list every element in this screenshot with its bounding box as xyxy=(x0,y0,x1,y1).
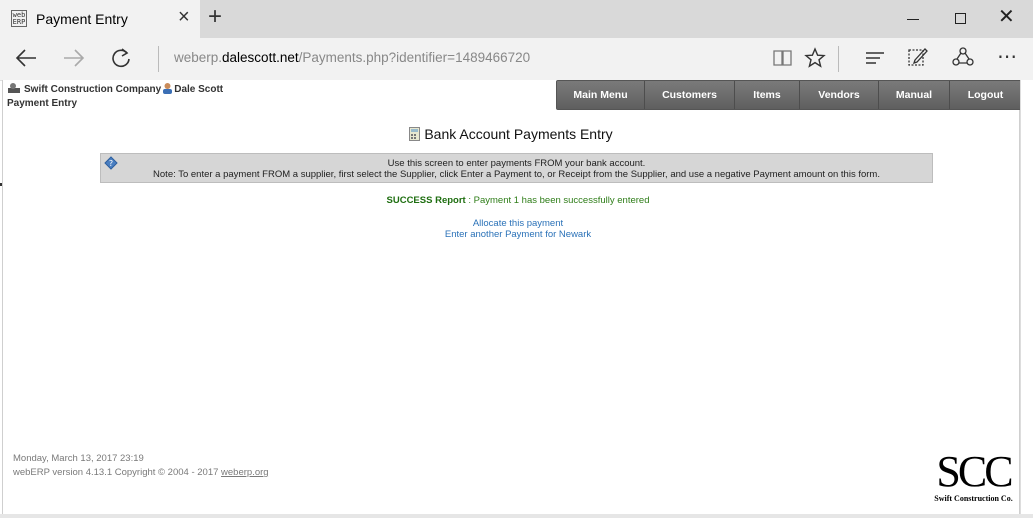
back-arrow-icon[interactable] xyxy=(14,47,38,69)
user-name[interactable]: Dale Scott xyxy=(174,84,223,95)
allocate-payment-link[interactable]: Allocate this payment xyxy=(3,218,1033,229)
company-user-line: Swift Construction Company Dale Scott xyxy=(7,82,223,95)
tab-title: Payment Entry xyxy=(36,11,128,27)
info-line-1: Use this screen to enter payments FROM y… xyxy=(387,158,646,169)
weberp-favicon-icon: web ERP xyxy=(11,10,27,27)
web-note-icon[interactable] xyxy=(907,46,929,68)
page-name: Payment Entry xyxy=(7,98,78,109)
close-tab-icon[interactable]: × xyxy=(178,7,190,27)
page-title-text: Bank Account Payments Entry xyxy=(424,126,613,142)
menu-logout[interactable]: Logout xyxy=(950,81,1021,109)
browser-tab[interactable]: web ERP Payment Entry × xyxy=(0,0,200,38)
enter-another-payment-link[interactable]: Enter another Payment for Newark xyxy=(3,229,1033,240)
page-title: Bank Account Payments Entry xyxy=(3,126,1019,142)
more-icon[interactable]: ⋯ xyxy=(997,46,1018,68)
footer-version: webERP version 4.13.1 Copyright © 2004 -… xyxy=(13,467,269,478)
refresh-icon[interactable] xyxy=(110,47,132,69)
share-icon[interactable] xyxy=(952,46,974,68)
maximize-icon[interactable] xyxy=(955,13,966,24)
toolbar-separator xyxy=(838,46,839,72)
weberp-org-link[interactable]: weberp.org xyxy=(221,467,269,478)
logo-initials: SCC xyxy=(936,447,1013,496)
window-bottom-edge xyxy=(0,514,1033,518)
new-tab-button[interactable]: + xyxy=(208,5,222,29)
footer-version-text: webERP version 4.13.1 Copyright © 2004 -… xyxy=(13,467,222,478)
info-box: ? Use this screen to enter payments FROM… xyxy=(100,153,933,183)
menu-manual[interactable]: Manual xyxy=(879,81,950,109)
address-separator xyxy=(158,46,159,72)
menu-main-menu[interactable]: Main Menu xyxy=(557,81,645,109)
logo-company-name: Swift Construction Co. xyxy=(934,494,1013,503)
url-path: /Payments.php?identifier=1489466720 xyxy=(298,50,531,65)
company-icon xyxy=(8,83,20,93)
window-right-edge xyxy=(1020,80,1033,518)
user-icon xyxy=(163,83,173,94)
reading-view-icon[interactable] xyxy=(772,48,794,68)
company-logo: SCC Swift Construction Co. xyxy=(928,450,1019,508)
url-prefix: weberp. xyxy=(174,50,223,65)
hub-icon[interactable] xyxy=(864,48,886,68)
browser-title-bar: web ERP Payment Entry × + ✕ xyxy=(0,0,1033,39)
info-icon: ? xyxy=(104,156,118,170)
info-line-2: Note: To enter a payment FROM a supplier… xyxy=(153,169,880,180)
company-name[interactable]: Swift Construction Company xyxy=(24,84,161,95)
footer-datetime: Monday, March 13, 2017 23:19 xyxy=(13,453,144,464)
success-label: SUCCESS Report xyxy=(386,195,466,206)
svg-text:?: ? xyxy=(109,159,113,168)
favorite-star-icon[interactable] xyxy=(804,47,826,69)
main-menu-bar: Main Menu Customers Items Vendors Manual… xyxy=(556,80,1022,110)
calculator-icon xyxy=(409,127,421,141)
forward-arrow-icon[interactable] xyxy=(62,47,86,69)
success-text: : Payment 1 has been successfully entere… xyxy=(465,195,650,206)
close-window-icon[interactable]: ✕ xyxy=(998,7,1015,27)
page-content: Swift Construction Company Dale Scott Pa… xyxy=(2,80,1022,514)
menu-vendors[interactable]: Vendors xyxy=(800,81,879,109)
address-bar[interactable]: weberp.dalescott.net/Payments.php?identi… xyxy=(174,50,530,65)
menu-customers[interactable]: Customers xyxy=(645,81,735,109)
url-host: dalescott.net xyxy=(222,50,299,65)
menu-items[interactable]: Items xyxy=(735,81,800,109)
browser-nav-bar: weberp.dalescott.net/Payments.php?identi… xyxy=(0,38,1033,81)
minimize-icon[interactable] xyxy=(907,19,919,20)
success-message: SUCCESS Report : Payment 1 has been succ… xyxy=(3,195,1033,206)
